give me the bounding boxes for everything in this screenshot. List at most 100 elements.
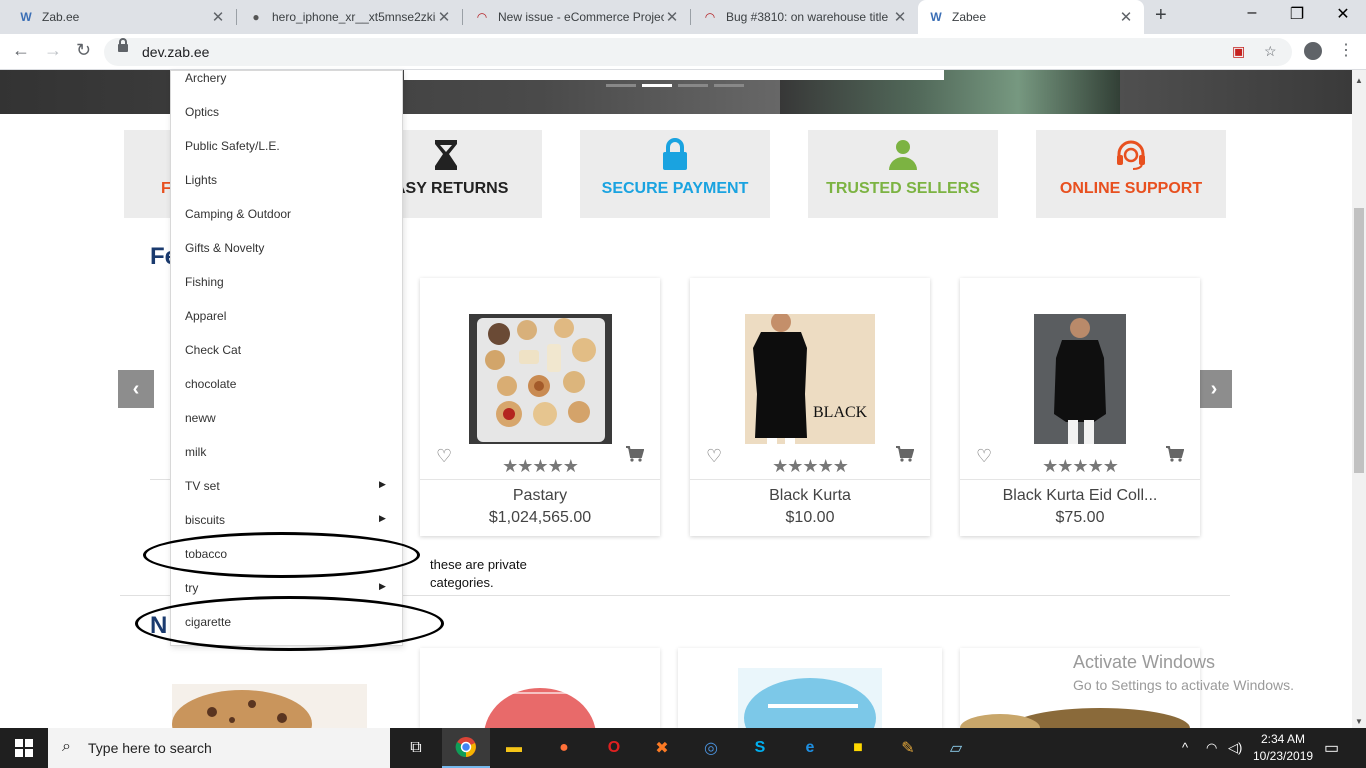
tab-zabee-1[interactable]: W Zab.ee ✕	[8, 0, 236, 34]
paint-icon[interactable]: ✎	[884, 728, 932, 768]
private-categories-note: these are private categories.	[430, 557, 527, 590]
minimize-window-icon[interactable]: –	[1242, 4, 1262, 22]
new-tab-button[interactable]: +	[1155, 4, 1167, 27]
notepad-icon[interactable]: ▱	[932, 728, 980, 768]
scrollbar-thumb[interactable]	[1354, 208, 1364, 473]
product-image[interactable]: BLACK	[690, 314, 930, 444]
close-tab-icon[interactable]: ✕	[892, 8, 908, 26]
feature-trusted-sellers: TRUSTED SELLERS	[808, 130, 998, 218]
slider-dot[interactable]	[714, 84, 744, 87]
category-item-try[interactable]: try	[185, 581, 198, 595]
card-divider	[420, 479, 660, 480]
feature-label: ONLINE SUPPORT	[1059, 180, 1203, 197]
hourglass-icon	[432, 138, 460, 172]
image-caption: BLACK	[813, 404, 868, 421]
rating-stars: ★★★★★	[772, 456, 849, 476]
category-item-tv-set[interactable]: TV set	[185, 479, 220, 493]
category-item-neww[interactable]: neww	[185, 411, 216, 425]
lock-icon	[118, 38, 128, 52]
show-hidden-icons-chevron-icon[interactable]: ^	[1182, 740, 1188, 755]
add-to-cart-icon[interactable]	[1166, 446, 1185, 467]
new-product-card[interactable]	[420, 648, 660, 728]
close-tab-icon[interactable]: ✕	[436, 8, 452, 26]
opera-icon[interactable]: O	[590, 728, 638, 768]
tab-bug-3810[interactable]: ◠ Bug #3810: on warehouse title ✕	[692, 0, 918, 34]
add-to-cart-icon[interactable]	[626, 446, 645, 467]
taskbar-search-box[interactable]: ⌕ Type here to search	[48, 728, 390, 768]
carousel-prev-button[interactable]: ‹	[118, 370, 154, 408]
category-item-gifts-novelty[interactable]: Gifts & Novelty	[185, 241, 264, 255]
firefox-icon[interactable]: ●	[540, 728, 588, 768]
skype-icon[interactable]: S	[736, 728, 784, 768]
category-item-archery[interactable]: Archery	[185, 71, 226, 85]
product-name[interactable]: Black Kurta	[690, 487, 930, 505]
search-icon: ⌕	[62, 738, 71, 755]
volume-icon[interactable]: ◁)	[1228, 740, 1242, 756]
category-item-camping-outdoor[interactable]: Camping & Outdoor	[185, 207, 291, 221]
product-name[interactable]: Black Kurta Eid Coll...	[960, 487, 1200, 505]
scroll-down-arrow-icon[interactable]: ▼	[1355, 717, 1363, 726]
category-item-milk[interactable]: milk	[185, 445, 206, 459]
sticky-notes-icon[interactable]: ■	[834, 728, 882, 768]
add-to-cart-icon[interactable]	[896, 446, 915, 467]
product-card-black-kurta-eid[interactable]: ♡ ★★★★★ Black Kurta Eid Coll... $75.00	[960, 278, 1200, 536]
slider-dot[interactable]	[678, 84, 708, 87]
product-card-black-kurta[interactable]: BLACK ♡ ★★★★★ Black Kurta $10.00	[690, 278, 930, 536]
category-item-optics[interactable]: Optics	[185, 105, 219, 119]
category-item-apparel[interactable]: Apparel	[185, 309, 226, 323]
address-bar[interactable]: dev.zab.ee ▣ ☆	[104, 38, 1292, 66]
task-view-icon[interactable]: ⧉	[392, 728, 440, 768]
annotation-ellipse-tobacco	[143, 532, 420, 578]
scroll-up-arrow-icon[interactable]: ▲	[1355, 76, 1363, 85]
close-tab-icon[interactable]: ✕	[664, 8, 680, 26]
category-item-public-safety[interactable]: Public Safety/L.E.	[185, 139, 280, 153]
clock-date: 10/23/2019	[1253, 749, 1314, 763]
forward-arrow-icon[interactable]: →	[44, 40, 62, 61]
rating-stars: ★★★★★	[1042, 456, 1119, 476]
slider-dot-active[interactable]	[642, 84, 672, 87]
carousel-next-button[interactable]: ›	[1196, 370, 1232, 408]
edge-icon[interactable]: e	[786, 728, 834, 768]
feature-online-support: ONLINE SUPPORT	[1036, 130, 1226, 218]
slider-dot[interactable]	[606, 84, 636, 87]
tab-new-issue[interactable]: ◠ New issue - eCommerce Projec ✕	[464, 0, 690, 34]
product-image[interactable]	[420, 314, 660, 444]
network-wifi-icon[interactable]: ◠	[1206, 740, 1217, 756]
safari-icon[interactable]: ◎	[687, 728, 735, 768]
chrome-taskbar-icon[interactable]	[442, 728, 490, 768]
tab-zabee-active[interactable]: W Zabee ✕	[918, 0, 1144, 34]
back-arrow-icon[interactable]: ←	[12, 40, 30, 61]
page-scrollbar[interactable]: ▲ ▼	[1352, 70, 1366, 728]
category-item-check-cat[interactable]: Check Cat	[185, 343, 241, 357]
popup-blocked-icon[interactable]: ▣	[1232, 43, 1245, 60]
new-product-card[interactable]	[678, 648, 942, 728]
close-tab-icon[interactable]: ✕	[210, 8, 226, 26]
close-window-icon[interactable]: ✕	[1333, 4, 1353, 24]
xampp-icon[interactable]: ✖	[638, 728, 686, 768]
annotation-ellipse-cigarette	[135, 596, 444, 651]
start-button[interactable]	[0, 728, 48, 768]
category-item-fishing[interactable]: Fishing	[185, 275, 224, 289]
product-image[interactable]	[960, 314, 1200, 444]
reload-icon[interactable]: ↻	[76, 40, 91, 61]
system-clock[interactable]: 2:34 AM 10/23/2019	[1253, 731, 1313, 765]
tab-title: New issue - eCommerce Projec	[498, 10, 664, 24]
category-item-chocolate[interactable]: chocolate	[185, 377, 236, 391]
submenu-arrow-icon: ▶	[379, 581, 386, 591]
card-divider	[960, 479, 1200, 480]
action-center-icon[interactable]: ▭	[1324, 738, 1339, 758]
profile-avatar-icon[interactable]	[1304, 42, 1322, 60]
hero-search-box-edge	[404, 70, 944, 80]
category-item-biscuits[interactable]: biscuits	[185, 513, 225, 527]
new-product-cookie-image[interactable]	[172, 684, 367, 728]
product-price: $75.00	[1055, 509, 1105, 526]
product-name[interactable]: Pastary	[420, 487, 660, 505]
browser-menu-icon[interactable]: ⋮	[1338, 40, 1354, 60]
bookmark-star-icon[interactable]: ☆	[1264, 43, 1277, 60]
close-tab-icon[interactable]: ✕	[1118, 8, 1134, 26]
file-explorer-icon[interactable]: ▬	[490, 728, 538, 768]
product-card-pastary[interactable]: ♡ ★★★★★ Pastary $1,024,565.00	[420, 278, 660, 536]
tab-hero-iphone[interactable]: ● hero_iphone_xr__xt5mnse2zkia ✕	[238, 0, 462, 34]
maximize-window-icon[interactable]: ❐	[1287, 4, 1307, 24]
category-item-lights[interactable]: Lights	[185, 173, 217, 187]
